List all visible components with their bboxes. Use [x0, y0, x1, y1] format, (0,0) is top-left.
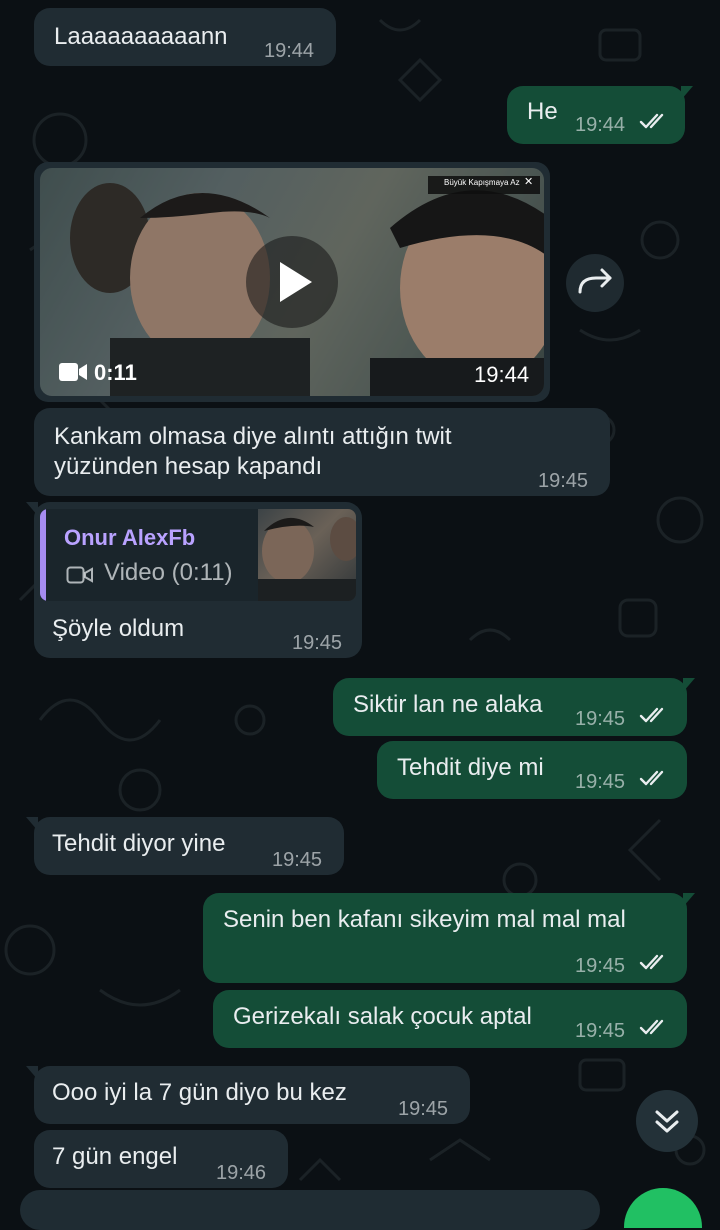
message-time: 19:45 — [398, 1098, 449, 1120]
message-text-line-2: yüzünden hesap kapandı — [54, 453, 323, 480]
message-outgoing[interactable]: Senin ben kafanı sikeyim mal mal mal 19:… — [203, 893, 695, 983]
message-text: Tehdit diye mi — [397, 754, 544, 781]
double-check-icon — [639, 954, 664, 970]
message-text: Ooo iyi la 7 gün diyo bu kez — [52, 1079, 347, 1106]
message-time: 19:45 — [575, 771, 626, 793]
message-outgoing[interactable]: Siktir lan ne alaka 19:45 — [333, 678, 695, 736]
play-icon — [280, 262, 312, 302]
message-time: 19:45 — [272, 849, 323, 871]
video-camera-icon — [66, 566, 93, 584]
message-time: 19:45 — [575, 708, 626, 730]
message-incoming[interactable]: 7 gün engel 19:46 — [34, 1130, 288, 1188]
bubble-tail — [26, 502, 38, 516]
message-time: 19:45 — [575, 955, 626, 977]
message-time: 19:45 — [575, 1020, 626, 1042]
message-time: 19:44 — [575, 114, 626, 136]
message-text: 7 gün engel — [52, 1143, 178, 1170]
message-time: 19:44 — [474, 362, 530, 387]
bubble-tail — [683, 678, 695, 692]
video-camera-icon — [59, 363, 87, 381]
bubble-tail — [683, 893, 695, 907]
quote-accent-bar — [40, 509, 46, 601]
play-button[interactable] — [246, 236, 338, 328]
double-check-icon — [639, 770, 664, 786]
forward-button[interactable] — [566, 254, 624, 312]
message-outgoing[interactable]: Gerizekalı salak çocuk aptal 19:45 — [213, 990, 687, 1048]
double-check-icon — [639, 707, 664, 723]
close-icon: ✕ — [524, 176, 534, 188]
video-duration: 0:11 — [94, 360, 137, 385]
message-text: Şöyle oldum — [52, 615, 185, 642]
message-time: 19:46 — [216, 1162, 267, 1184]
message-incoming[interactable]: Ooo iyi la 7 gün diyo bu kez 19:45 — [26, 1066, 470, 1124]
message-incoming[interactable]: Kankam olmasa diye alıntı attığın twit y… — [34, 408, 610, 496]
message-outgoing[interactable]: He 19:44 — [507, 86, 693, 144]
message-time: 19:44 — [264, 40, 315, 62]
message-text: Siktir lan ne alaka — [353, 691, 543, 718]
quoted-message[interactable]: Onur AlexFb Video (0:11) — [40, 509, 356, 601]
quote-author: Onur AlexFb — [64, 525, 196, 550]
message-text: Senin ben kafanı sikeyim mal mal mal — [223, 906, 626, 933]
message-time: 19:45 — [292, 632, 343, 654]
bubble-tail — [26, 1066, 38, 1080]
video-banner-title: Büyük Kapışmaya Az — [444, 178, 520, 187]
quote-thumbnail — [258, 509, 356, 601]
message-text: Tehdit diyor yine — [52, 830, 226, 857]
message-text: Laaaaaaaaaann — [54, 23, 228, 50]
quote-text: Video (0:11) — [104, 559, 233, 586]
message-incoming[interactable]: Tehdit diyor yine 19:45 — [26, 817, 344, 875]
quote-thumbnail-scene — [258, 517, 356, 601]
message-outgoing[interactable]: Tehdit diye mi 19:45 — [377, 741, 687, 799]
forward-icon — [578, 268, 612, 294]
mic-button[interactable] — [624, 1188, 702, 1228]
double-check-icon — [639, 1019, 664, 1035]
bubble-tail — [26, 817, 38, 831]
bubble-tail — [681, 86, 693, 100]
message-time: 19:45 — [538, 470, 589, 492]
message-text: Gerizekalı salak çocuk aptal — [233, 1003, 532, 1030]
double-check-icon — [639, 113, 664, 129]
scroll-down-button[interactable] — [636, 1090, 698, 1152]
message-input-bar[interactable] — [20, 1190, 600, 1230]
message-text: He — [527, 98, 558, 125]
message-text-line-1: Kankam olmasa diye alıntı attığın twit — [54, 423, 452, 450]
chevrons-down-icon — [655, 1110, 679, 1133]
message-incoming[interactable]: Laaaaaaaaaann 19:44 — [34, 8, 336, 66]
